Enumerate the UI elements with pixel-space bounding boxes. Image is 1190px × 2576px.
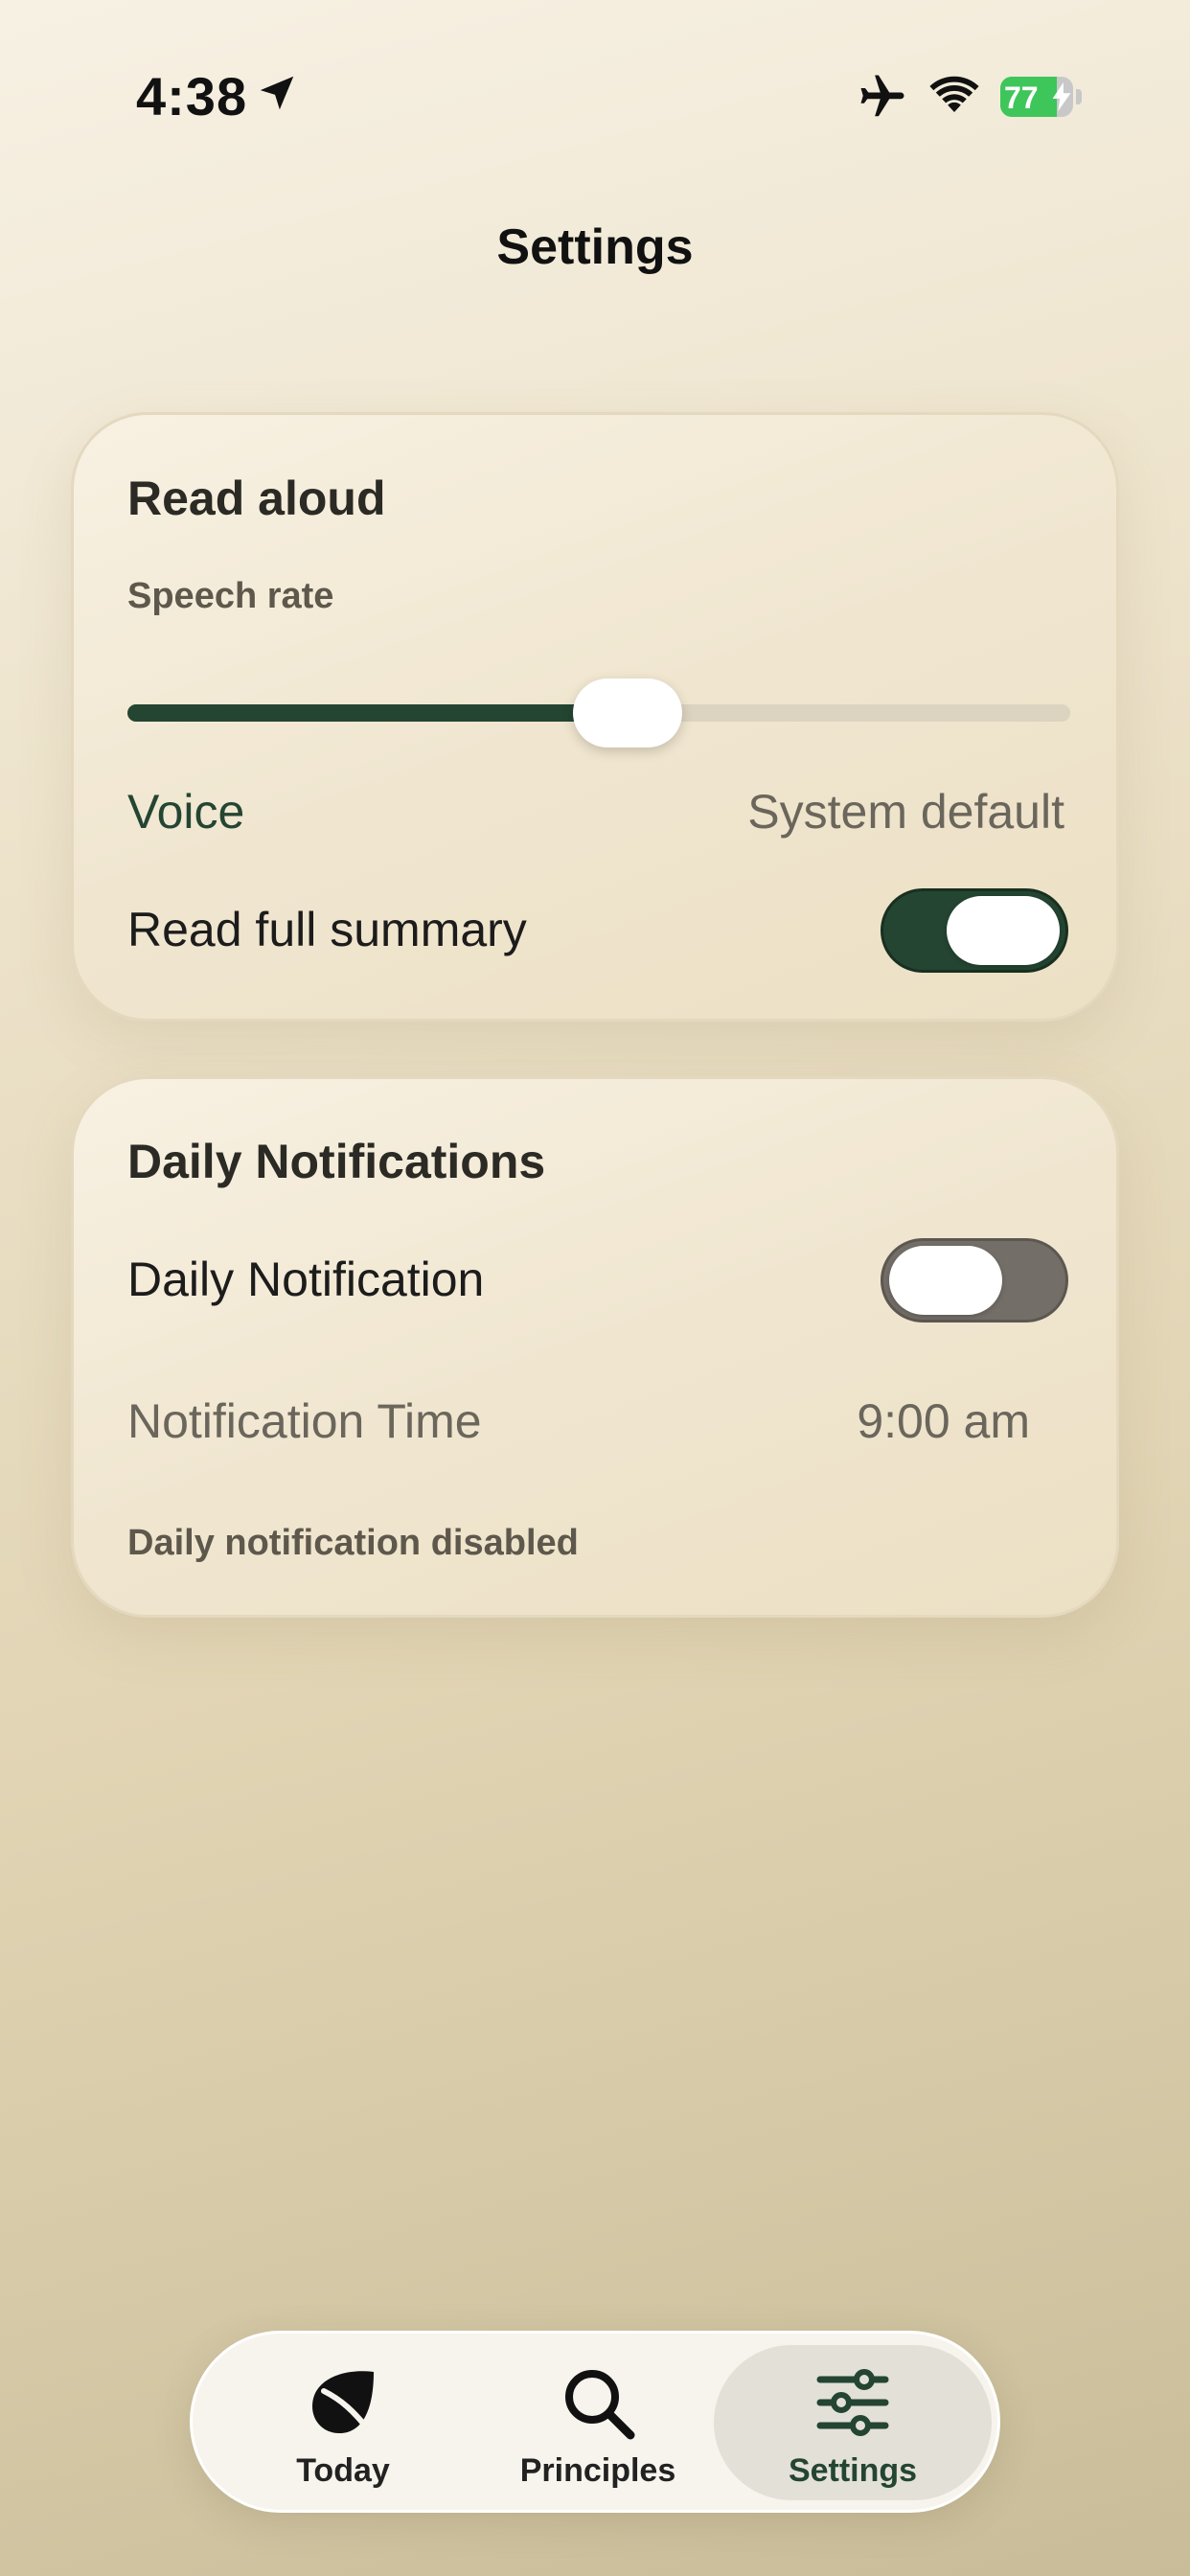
search-icon (565, 2370, 635, 2440)
battery-level-text: 77 (1004, 80, 1039, 115)
read-aloud-title: Read aloud (127, 472, 386, 525)
toggle-knob (889, 1246, 1002, 1315)
status-time: 4:38 (136, 66, 248, 126)
daily-notification-label: Daily Notification (127, 1253, 485, 1306)
charging-bolt-icon (1052, 82, 1071, 111)
speech-rate-label: Speech rate (127, 576, 334, 616)
tab-today[interactable]: Today (204, 2345, 482, 2500)
sliders-icon (816, 2369, 889, 2436)
tab-principles[interactable]: Principles (459, 2345, 737, 2500)
voice-row-label[interactable]: Voice (127, 784, 244, 840)
read-full-summary-label: Read full summary (127, 903, 527, 956)
tab-today-label: Today (296, 2452, 390, 2489)
read-aloud-card: Read aloud Speech rate Voice System defa… (71, 412, 1119, 1022)
location-arrow-icon (260, 76, 294, 110)
notification-status-text: Daily notification disabled (127, 1523, 579, 1563)
battery-cap (1076, 89, 1082, 104)
battery-icon: 77 (1000, 77, 1083, 117)
notification-time-label: Notification Time (127, 1394, 482, 1448)
read-full-summary-toggle[interactable] (881, 888, 1068, 973)
slider-thumb[interactable] (572, 678, 682, 748)
slider-fill (127, 704, 628, 722)
daily-notifications-title: Daily Notifications (127, 1135, 546, 1188)
voice-row-value[interactable]: System default (747, 784, 1064, 840)
tab-bar: Today Principles Settings (190, 2331, 1000, 2513)
leaf-icon (312, 2371, 377, 2440)
airplane-icon (860, 75, 904, 117)
tab-principles-label: Principles (519, 2452, 676, 2489)
page-title: Settings (496, 219, 694, 275)
battery-body: 77 (1000, 77, 1073, 117)
toggle-knob (947, 896, 1060, 965)
tab-settings-label: Settings (788, 2452, 918, 2489)
speech-rate-slider[interactable] (127, 674, 1070, 750)
notification-time-value[interactable]: 9:00 am (857, 1393, 1030, 1449)
wifi-icon (929, 76, 979, 112)
daily-notification-toggle[interactable] (881, 1238, 1068, 1322)
status-bar: 4:38 77 (0, 58, 1190, 134)
daily-notifications-card: Daily Notifications Daily Notification N… (71, 1076, 1119, 1618)
tab-settings[interactable]: Settings (714, 2345, 992, 2500)
